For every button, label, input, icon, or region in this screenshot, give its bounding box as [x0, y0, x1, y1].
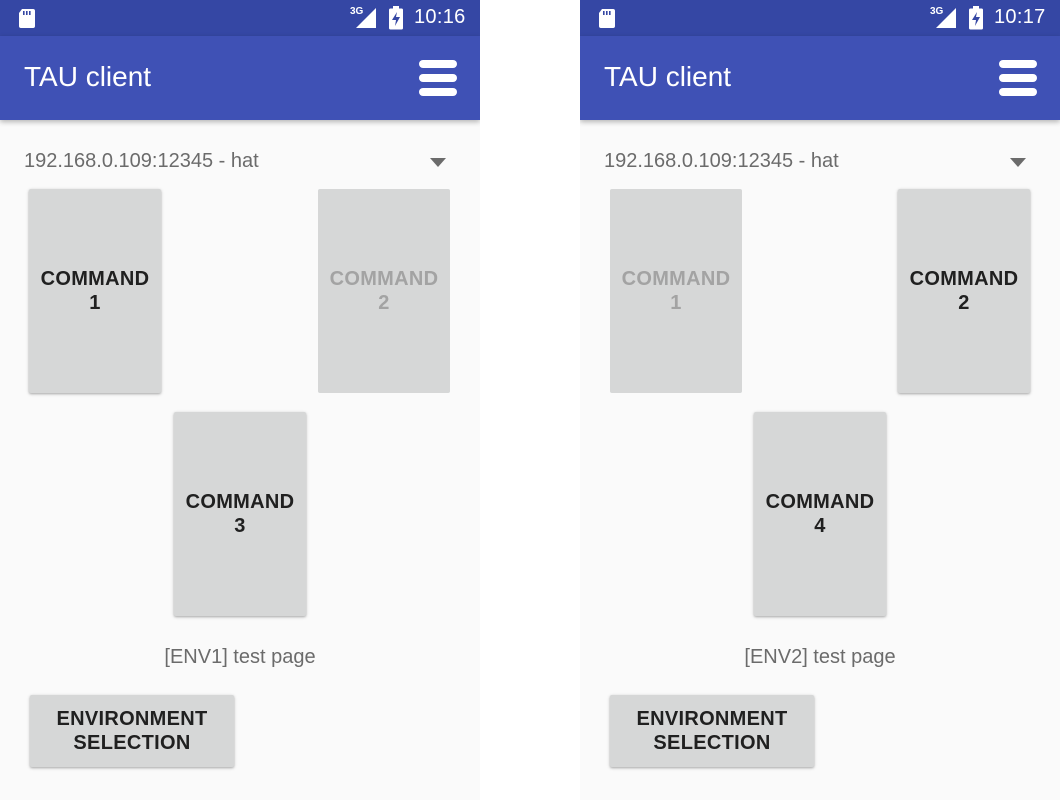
environment-selection-label: ENVIRONMENT SELECTION	[56, 708, 208, 754]
status-time: 10:17	[994, 6, 1046, 28]
command-3-label: COMMAND 3	[185, 491, 295, 537]
environment-selection-button[interactable]: ENVIRONMENT SELECTION	[30, 695, 234, 767]
sd-card-icon	[599, 9, 615, 28]
phone-screen-right: 3G 10:17 TAU client 192.168.0.109:12345 …	[580, 0, 1060, 800]
signal-icon	[936, 8, 956, 28]
battery-charging-icon	[389, 6, 403, 30]
command-1-button[interactable]: COMMAND 1	[610, 189, 742, 393]
environment-selection-label: ENVIRONMENT SELECTION	[636, 708, 788, 754]
command-2-button[interactable]: COMMAND 2	[318, 189, 450, 393]
menu-icon	[419, 60, 457, 96]
server-select[interactable]: 192.168.0.109:12345 - hat	[604, 146, 1036, 180]
command-4-button[interactable]: COMMAND 4	[754, 412, 886, 616]
command-1-button[interactable]: COMMAND 1	[29, 189, 161, 393]
server-select[interactable]: 192.168.0.109:12345 - hat	[24, 146, 456, 180]
dropdown-arrow-icon	[430, 158, 446, 167]
status-time: 10:16	[414, 6, 466, 28]
dropdown-arrow-icon	[1010, 158, 1026, 167]
command-2-label: COMMAND 2	[329, 268, 439, 314]
command-2-label: COMMAND 2	[909, 268, 1019, 314]
command-3-button[interactable]: COMMAND 3	[174, 412, 306, 616]
command-1-label: COMMAND 1	[40, 268, 150, 314]
menu-button[interactable]	[414, 52, 462, 104]
app-title: TAU client	[604, 61, 732, 92]
signal-icon	[356, 8, 376, 28]
status-bar: 3G 10:16	[0, 0, 480, 36]
command-2-button[interactable]: COMMAND 2	[898, 189, 1030, 393]
status-bar: 3G 10:17	[580, 0, 1060, 36]
environment-selection-button[interactable]: ENVIRONMENT SELECTION	[610, 695, 814, 767]
command-4-label: COMMAND 4	[765, 491, 875, 537]
command-1-label: COMMAND 1	[621, 268, 731, 314]
page-label: [ENV1] test page	[164, 646, 316, 668]
phone-screen-left: 3G 10:16 TAU client 192.168.0.109:12345 …	[0, 0, 480, 800]
page-label: [ENV2] test page	[744, 646, 896, 668]
menu-button[interactable]	[994, 52, 1042, 104]
app-bar: TAU client	[580, 36, 1060, 120]
sd-card-icon	[19, 9, 35, 28]
battery-charging-icon	[969, 6, 983, 30]
app-bar: TAU client	[0, 36, 480, 120]
server-select-value: 192.168.0.109:12345 - hat	[604, 150, 839, 172]
server-select-value: 192.168.0.109:12345 - hat	[24, 150, 259, 172]
menu-icon	[999, 60, 1037, 96]
app-title: TAU client	[24, 61, 152, 92]
